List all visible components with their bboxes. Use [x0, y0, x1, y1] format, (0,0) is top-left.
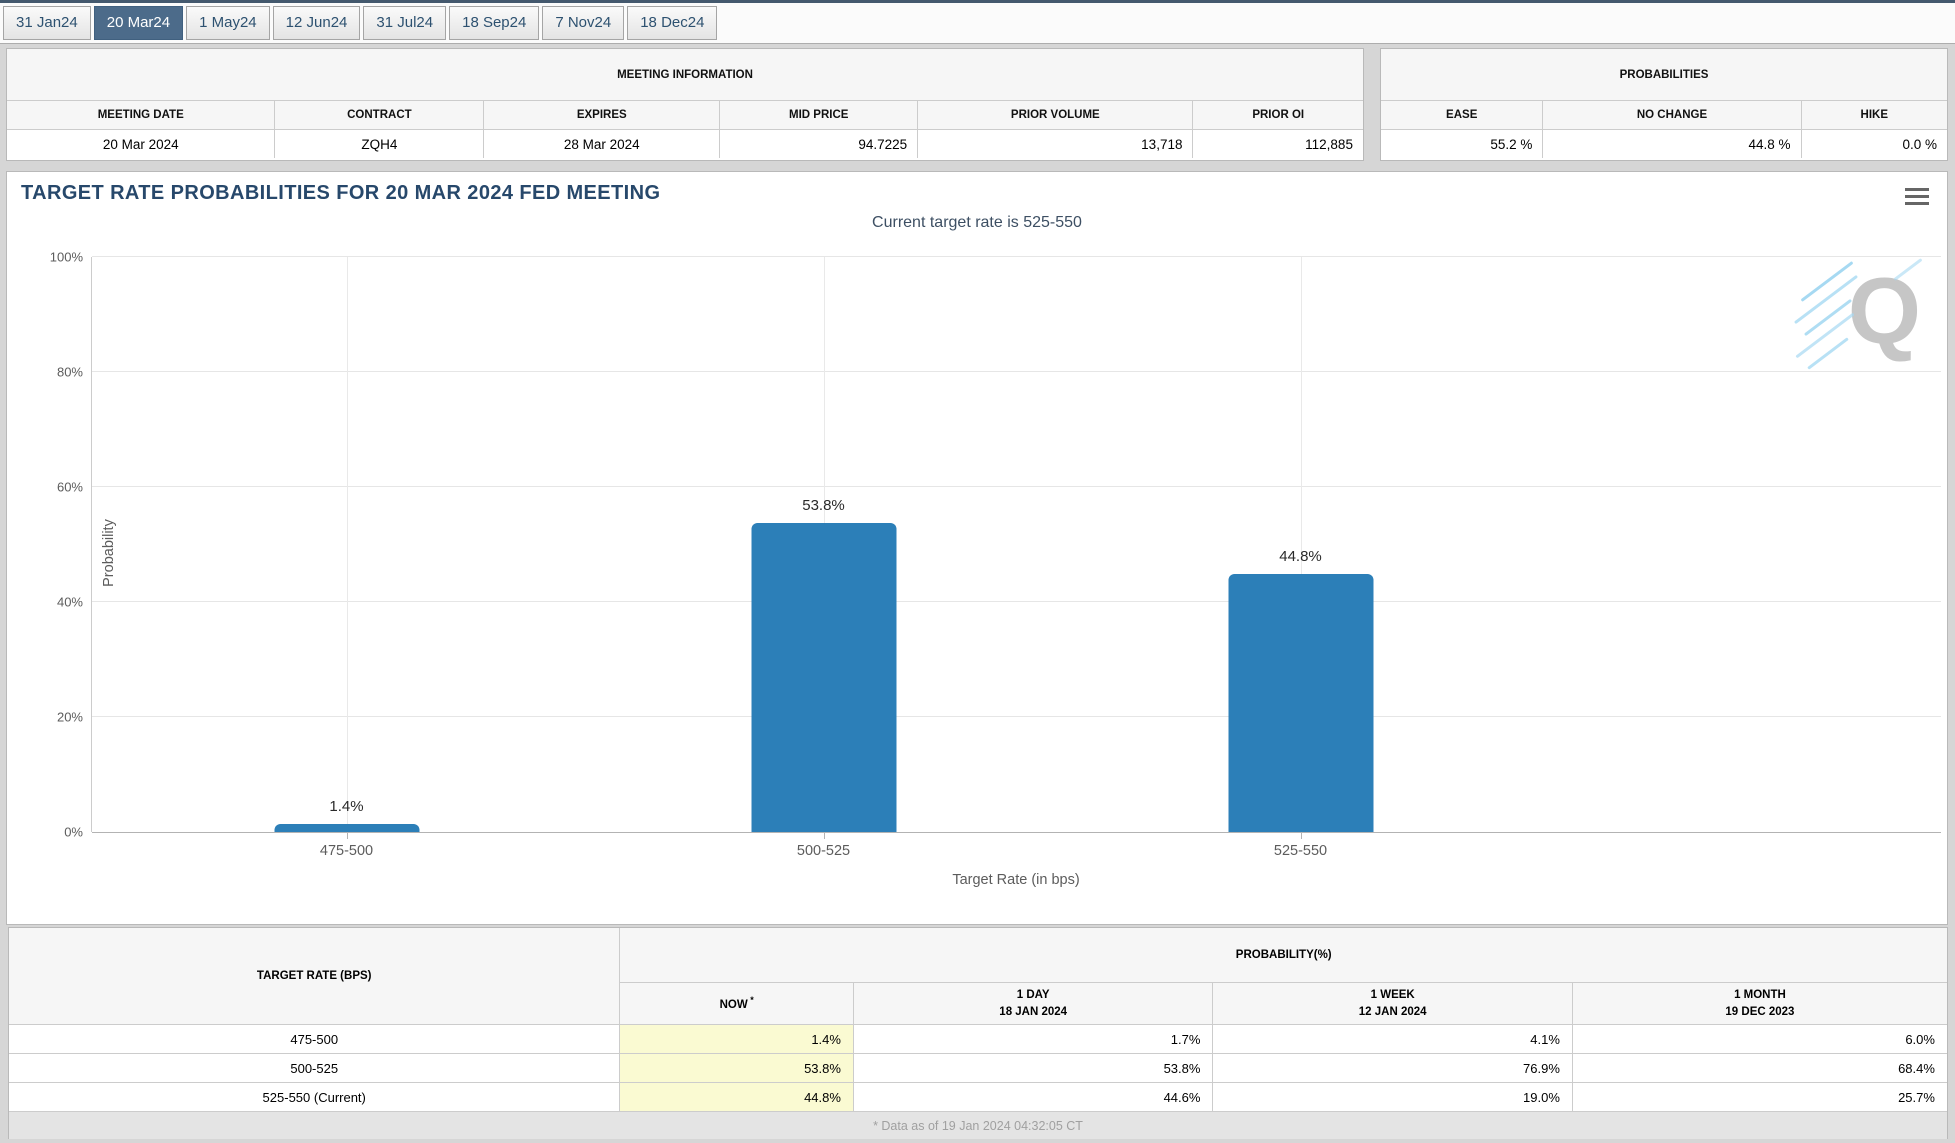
row-label: 475-500 — [9, 1025, 621, 1053]
meeting-value-prior-volume: 13,718 — [918, 130, 1194, 158]
meeting-value-meeting-date: 20 Mar 2024 — [7, 130, 276, 158]
tab-31-jul24[interactable]: 31 Jul24 — [363, 6, 447, 40]
tab-18-dec24[interactable]: 18 Dec24 — [627, 6, 718, 40]
x-tick-500-525 — [823, 832, 825, 839]
data-as-of-footnote: * Data as of 19 Jan 2024 04:32:05 CT — [9, 1112, 1947, 1139]
x-tick-525-550 — [1300, 832, 1302, 839]
meeting-information-title: MEETING INFORMATION — [7, 49, 1363, 101]
bar-475-500[interactable] — [274, 824, 419, 832]
subheader-1-day: 1 DAY 18 JAN 2024 — [854, 983, 1214, 1024]
x-tick-475-500 — [346, 832, 348, 839]
meeting-value-mid-price: 94.7225 — [720, 130, 919, 158]
tab-12-jun24[interactable]: 12 Jun24 — [272, 6, 361, 40]
probability-cell: 53.8% — [854, 1054, 1214, 1082]
meeting-value-expires: 28 Mar 2024 — [484, 130, 721, 158]
row-label: 500-525 — [9, 1054, 621, 1082]
hamburger-icon — [1905, 188, 1929, 191]
y-tick-label-0: 0% — [64, 824, 83, 840]
probability-value-no-change: 44.8 % — [1543, 130, 1802, 158]
history-table-header: TARGET RATE (BPS) PROBABILITY(%) NOW * 1 … — [9, 928, 1947, 1025]
x-axis-label-525-550: 525-550 — [1273, 843, 1328, 859]
tab-20-mar24[interactable]: 20 Mar24 — [93, 6, 184, 40]
probability-cell: 4.1% — [1213, 1025, 1573, 1053]
column-header-hike: HIKE — [1860, 109, 1888, 121]
target-rate-chart-panel: TARGET RATE PROBABILITIES FOR 20 MAR 202… — [6, 171, 1948, 925]
tab-1-may24[interactable]: 1 May24 — [186, 6, 270, 40]
y-tick-label-60: 60% — [56, 479, 83, 495]
probability-cell: 44.6% — [854, 1083, 1214, 1111]
category-slot-500-525: 53.8% 500-525 — [585, 257, 1062, 859]
y-axis-title: Probability — [101, 518, 117, 587]
subheader-now: NOW * — [620, 983, 854, 1024]
fedwatch-page: { "tabs": { "active": "20 Mar24", "items… — [0, 0, 1955, 1143]
probability-cell: 25.7% — [1898, 1089, 1935, 1105]
y-gridline-0 — [92, 832, 1941, 833]
bar-value-label-500-525: 53.8% — [802, 497, 845, 514]
plot-area: 0% 20% 40% 60% 80% 100% 1.4% 475-500 53.8% 500-52… — [50, 250, 1941, 859]
probability-value-ease: 55.2 % — [1381, 130, 1544, 158]
category-slot-475-500: 1.4% 475-500 — [108, 257, 585, 859]
column-header-ease: EASE — [1381, 101, 1544, 129]
now-probability-cell: 44.8% — [620, 1083, 854, 1111]
bar-500-525[interactable] — [751, 523, 896, 832]
history-row-475-500: 475-500 1.4% 1.7% 4.1% 6.0% — [9, 1025, 1947, 1054]
probability-group-header: PROBABILITY(%) — [620, 928, 1947, 983]
subheader-1-week: 1 WEEK 12 JAN 2024 — [1213, 983, 1573, 1024]
y-tick-label-40: 40% — [56, 594, 83, 610]
column-header-expires: EXPIRES — [484, 101, 721, 129]
chart-context-menu-icon[interactable] — [1905, 188, 1929, 205]
probabilities-summary-table: PROBABILITIES EASE NO CHANGE HIKE 55.2 % 44… — [1380, 48, 1948, 161]
meeting-tab-bar: 31 Jan24 20 Mar24 1 May24 12 Jun24 31 Jul24 1… — [0, 0, 1955, 44]
probabilities-summary-header-row: EASE NO CHANGE HIKE — [1381, 101, 1947, 130]
x-gridline-475-500 — [346, 257, 348, 832]
bar-value-label-525-550: 44.8% — [1279, 548, 1322, 565]
row-label: 525-550 (Current) — [9, 1083, 621, 1111]
history-row-500-525: 500-525 53.8% 53.8% 76.9% 68.4% — [9, 1054, 1947, 1083]
column-header-mid-price: MID PRICE — [720, 101, 919, 129]
probabilities-summary-title: PROBABILITIES — [1381, 49, 1947, 101]
target-rate-bps-header: TARGET RATE (BPS) — [9, 928, 621, 1024]
probability-cell: 68.4% — [1898, 1060, 1935, 1076]
column-header-no-change: NO CHANGE — [1543, 101, 1802, 129]
meeting-information-header-row: MEETING DATE CONTRACT EXPIRES MID PRICE PRIO… — [7, 101, 1363, 130]
now-probability-cell: 53.8% — [620, 1054, 854, 1082]
tab-31-jan24[interactable]: 31 Jan24 — [3, 6, 91, 40]
bar-525-550[interactable] — [1228, 574, 1373, 832]
x-axis-label-500-525: 500-525 — [796, 843, 851, 859]
subheader-1-month: 1 MONTH 19 DEC 2023 — [1725, 989, 1795, 1018]
probabilities-summary-value-row: 55.2 % 44.8 % 0.0 % — [1381, 130, 1947, 158]
chart-title: TARGET RATE PROBABILITIES FOR 20 MAR 202… — [21, 182, 661, 204]
tab-18-sep24[interactable]: 18 Sep24 — [449, 6, 540, 40]
tab-7-nov24[interactable]: 7 Nov24 — [542, 6, 625, 40]
y-tick-label-100: 100% — [49, 249, 83, 265]
y-tick-label-80: 80% — [56, 364, 83, 380]
bar-value-label-475-500: 1.4% — [329, 798, 364, 815]
probability-cell: 1.7% — [854, 1025, 1214, 1053]
x-axis-label-475-500: 475-500 — [319, 843, 374, 859]
x-axis-title: Target Rate (in bps) — [952, 872, 1080, 888]
history-table-subheaders: NOW * 1 DAY 18 JAN 2024 1 WEEK 12 JAN 2024 1 … — [620, 983, 1947, 1024]
meeting-information-table: MEETING INFORMATION MEETING DATE CONTRACT… — [6, 48, 1364, 161]
probability-cell: 19.0% — [1213, 1083, 1573, 1111]
meeting-information-value-row: 20 Mar 2024 ZQH4 28 Mar 2024 94.7225 13,718 1… — [7, 130, 1363, 158]
category-slot-525-550: 44.8% 525-550 — [1062, 257, 1539, 859]
meeting-value-prior-oi: 112,885 — [1305, 136, 1353, 152]
probability-history-table: TARGET RATE (BPS) PROBABILITY(%) NOW * 1 … — [8, 927, 1948, 1139]
history-row-525-550-current-: 525-550 (Current) 44.8% 44.6% 19.0% 25.7% — [9, 1083, 1947, 1112]
column-header-prior-volume: PRIOR VOLUME — [918, 101, 1194, 129]
column-header-prior-oi: PRIOR OI — [1252, 109, 1305, 121]
now-probability-cell: 1.4% — [620, 1025, 854, 1053]
y-tick-label-20: 20% — [56, 709, 83, 725]
column-header-meeting-date: MEETING DATE — [7, 101, 276, 129]
history-table-body: 475-500 1.4% 1.7% 4.1% 6.0% 500-525 53.8% 53.8%… — [9, 1025, 1947, 1112]
column-header-contract: CONTRACT — [275, 101, 485, 129]
probability-cell: 6.0% — [1905, 1031, 1935, 1047]
meeting-value-contract: ZQH4 — [275, 130, 485, 158]
probability-cell: 76.9% — [1213, 1054, 1573, 1082]
chart-subtitle: Current target rate is 525-550 — [872, 214, 1082, 231]
probability-value-hike: 0.0 % — [1902, 136, 1937, 152]
